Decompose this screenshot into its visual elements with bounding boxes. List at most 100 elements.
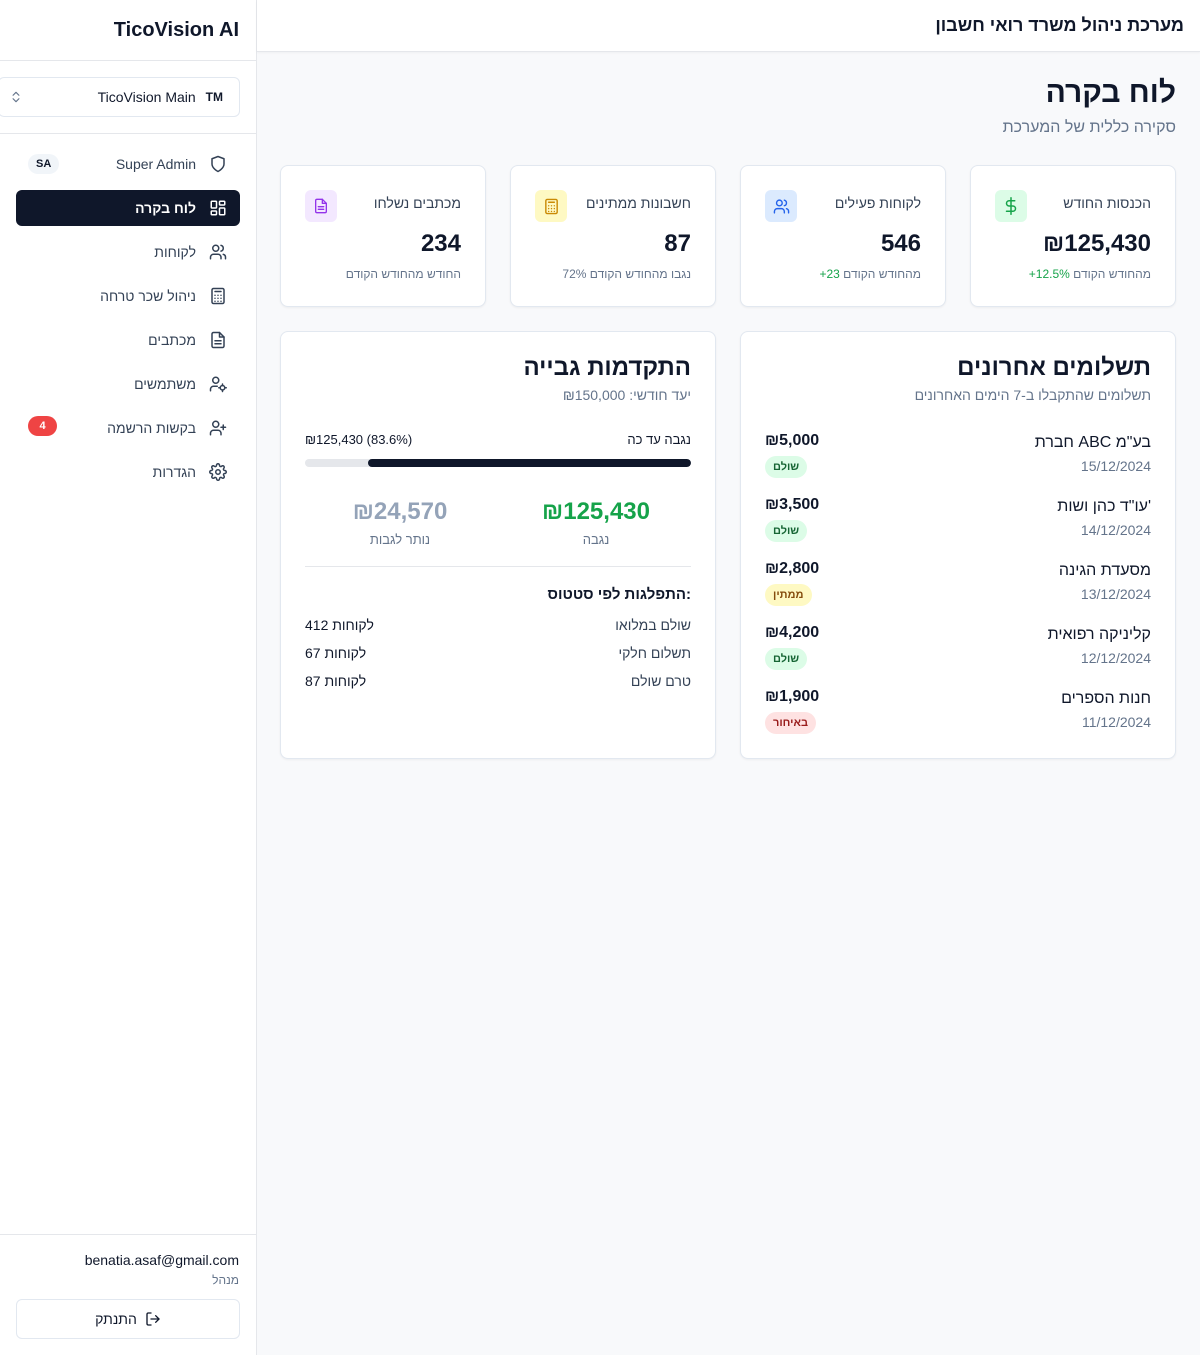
- logout-label: התנתק: [95, 1311, 137, 1327]
- progress-fill: [368, 459, 691, 467]
- file-icon: [305, 190, 337, 222]
- stat-card-pending-invoices: חשבונות ממתינים 87 72% נגבו מהחודש הקודם: [510, 165, 716, 307]
- distribution-label: תשלום חלקי: [618, 645, 691, 661]
- requests-count-badge: 4: [28, 416, 57, 436]
- payment-amount: ₪1,900: [765, 688, 820, 705]
- sidebar-item-super-admin[interactable]: SA Super Admin: [16, 146, 240, 182]
- collection-progress-card: התקדמות גבייה יעד חודשי: ₪150,000 נגבה ע…: [280, 331, 716, 759]
- stat-note: 72% נגבו מהחודש הקודם: [562, 267, 691, 281]
- stat-value: 234: [420, 230, 461, 257]
- distribution-row: טרם שולם 87 לקוחות: [305, 673, 691, 693]
- sidebar-item-label: מכתבים: [148, 332, 196, 348]
- sidebar-item-label: לוח בקרה: [135, 200, 196, 216]
- stat-card-active-clients: לקוחות פעילים 546 +23 מהחודש הקודם: [740, 165, 946, 307]
- sidebar-item-fees[interactable]: ניהול שכר טרחה: [16, 278, 240, 314]
- payment-date: 12/12/2024: [1080, 650, 1151, 666]
- card-subtitle: תשלומים שהתקבלו ב-7 הימים האחרונים: [914, 387, 1151, 403]
- user-role: מנהל: [212, 1273, 239, 1287]
- status-badge: שולם: [765, 520, 808, 542]
- stat-value: 546: [880, 230, 921, 257]
- payment-amount: ₪3,500: [765, 496, 820, 513]
- stat-note-text: מהחודש הקודם: [1073, 267, 1151, 281]
- sidebar-item-label: ניהול שכר טרחה: [100, 288, 196, 304]
- payment-amount: ₪5,000: [765, 432, 820, 449]
- page-subtitle: סקירה כללית של המערכת: [1002, 119, 1176, 136]
- payment-amount: ₪2,800: [765, 560, 820, 577]
- payment-row[interactable]: חברת ABC בע"מ 15/12/2024 ₪5,000 שולם: [765, 432, 1151, 482]
- stat-label: לקוחות פעילים: [834, 195, 921, 211]
- super-admin-badge: SA: [28, 154, 60, 174]
- payment-client: חנות הספרים: [1061, 690, 1151, 707]
- distribution-title: התפלגות לפי סטטוס:: [547, 586, 691, 603]
- chevrons-up-down-icon: [9, 90, 23, 109]
- payment-client: עו"ד כהן ושות': [1057, 498, 1151, 515]
- sidebar-item-registration-requests[interactable]: 4 בקשות הרשמה: [16, 410, 240, 446]
- payment-date: 13/12/2024: [1080, 586, 1151, 602]
- stat-value: ₪125,430: [1043, 230, 1151, 257]
- logout-button[interactable]: התנתק: [16, 1299, 240, 1339]
- collected-amount: ₪125,430: [542, 498, 650, 525]
- log-out-icon: [145, 1311, 161, 1327]
- calculator-icon: [535, 190, 567, 222]
- distribution-label: שולם במלואו: [615, 617, 691, 633]
- payment-client: קליניקה רפואית: [1047, 626, 1151, 643]
- sidebar-item-letters[interactable]: מכתבים: [16, 322, 240, 358]
- sidebar-item-label: Super Admin: [115, 156, 196, 172]
- users-icon: [208, 242, 228, 262]
- gear-icon: [208, 462, 228, 482]
- status-badge: שולם: [765, 456, 808, 478]
- status-badge: באיחור: [765, 712, 817, 734]
- payment-amount: ₪4,200: [765, 624, 820, 641]
- distribution-value: 412 לקוחות: [305, 617, 374, 633]
- distribution-row: שולם במלואו 412 לקוחות: [305, 617, 691, 637]
- file-text-icon: [208, 330, 228, 350]
- sidebar: TicoVision AI TicoVision Main TM SA Supe…: [0, 0, 257, 1355]
- sidebar-item-users[interactable]: משתמשים: [16, 366, 240, 402]
- top-bar: מערכת ניהול משרד רואי חשבון: [257, 0, 1200, 52]
- payment-date: 14/12/2024: [1080, 522, 1151, 538]
- payment-client: חברת ABC בע"מ: [1034, 434, 1151, 451]
- users-icon: [765, 190, 797, 222]
- recent-payments-card: תשלומים אחרונים תשלומים שהתקבלו ב-7 הימי…: [740, 331, 1176, 759]
- sidebar-item-settings[interactable]: הגדרות: [16, 454, 240, 490]
- status-badge: שולם: [765, 648, 808, 670]
- progress-label: נגבה עד כה: [627, 432, 691, 447]
- stat-card-revenue: הכנסות החודש ₪125,430 +12.5% מהחודש הקוד…: [970, 165, 1176, 307]
- distribution-label: טרם שולם: [630, 673, 691, 689]
- org-switcher-section: TicoVision Main TM: [0, 61, 256, 134]
- org-initials: TM: [205, 90, 223, 104]
- distribution-value: 87 לקוחות: [305, 673, 367, 689]
- progress-value: ₪125,430 (83.6%): [305, 432, 413, 447]
- shield-icon: [208, 154, 228, 174]
- org-switcher[interactable]: TicoVision Main TM: [0, 77, 240, 117]
- payment-row[interactable]: קליניקה רפואית 12/12/2024 ₪4,200 שולם: [765, 624, 1151, 674]
- calculator-icon: [208, 286, 228, 306]
- sidebar-nav: SA Super Admin לוח בקרה לקוחות ניהול שכר…: [16, 146, 240, 498]
- user-cog-icon: [208, 374, 228, 394]
- sidebar-item-dashboard[interactable]: לוח בקרה: [16, 190, 240, 226]
- collected-label: נגבה: [582, 532, 610, 547]
- sidebar-item-clients[interactable]: לקוחות: [16, 234, 240, 270]
- app-title: מערכת ניהול משרד רואי חשבון: [935, 15, 1184, 35]
- stat-note: החודש מהחודש הקודם: [345, 267, 461, 281]
- payment-row[interactable]: עו"ד כהן ושות' 14/12/2024 ₪3,500 שולם: [765, 496, 1151, 546]
- org-name: TicoVision Main: [97, 89, 196, 105]
- stat-note: +12.5% מהחודש הקודם: [1029, 267, 1151, 281]
- dollar-icon: [995, 190, 1027, 222]
- distribution-row: תשלום חלקי 67 לקוחות: [305, 645, 691, 665]
- sidebar-footer: benatia.asaf@gmail.com מנהל התנתק: [0, 1234, 256, 1355]
- payment-row[interactable]: חנות הספרים 11/12/2024 ₪1,900 באיחור: [765, 688, 1151, 738]
- card-title: תשלומים אחרונים: [957, 354, 1151, 381]
- user-plus-icon: [208, 418, 228, 438]
- payment-row[interactable]: מסעדת הגינה 13/12/2024 ₪2,800 ממתין: [765, 560, 1151, 610]
- sidebar-item-label: הגדרות: [152, 464, 196, 480]
- stat-note-text: מהחודש הקודם: [843, 267, 921, 281]
- stat-value: 87: [664, 230, 691, 257]
- remaining-amount: ₪24,570: [352, 498, 448, 525]
- distribution-value: 67 לקוחות: [305, 645, 367, 661]
- progress-bar: [305, 459, 691, 467]
- payment-date: 15/12/2024: [1080, 458, 1151, 474]
- layout-dashboard-icon: [208, 198, 228, 218]
- divider: [305, 566, 691, 567]
- payment-date: 11/12/2024: [1081, 714, 1151, 730]
